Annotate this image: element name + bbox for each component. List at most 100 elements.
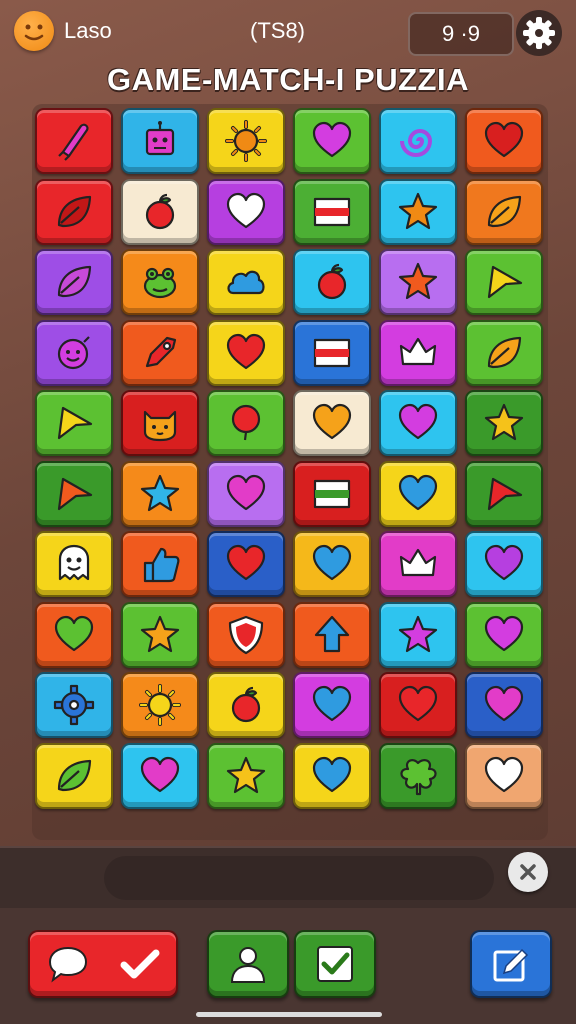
check-button[interactable] <box>294 930 376 998</box>
cloud-icon <box>227 270 265 295</box>
board-tile[interactable] <box>121 531 199 597</box>
board-tile[interactable] <box>35 249 113 315</box>
leaf-icon <box>487 336 522 368</box>
board-tile[interactable] <box>379 460 457 527</box>
board-tile[interactable] <box>293 319 371 386</box>
board-tile[interactable] <box>121 601 199 668</box>
board-tile[interactable] <box>207 601 285 668</box>
board-tile[interactable] <box>35 601 113 668</box>
board-tile[interactable] <box>207 319 285 386</box>
board-tile[interactable] <box>379 108 457 174</box>
board-tile[interactable] <box>121 249 199 315</box>
board-tile[interactable] <box>121 178 199 245</box>
board-tile[interactable] <box>379 672 457 738</box>
star-icon <box>398 192 438 229</box>
board-tile[interactable] <box>121 672 199 738</box>
board-tile[interactable] <box>379 319 457 386</box>
candy-icon <box>58 123 89 161</box>
board-tile[interactable] <box>379 601 457 668</box>
robot-icon <box>145 121 175 156</box>
board-tile[interactable] <box>379 742 457 809</box>
board-tile[interactable] <box>465 531 543 597</box>
board-tile[interactable] <box>379 390 457 456</box>
crown-icon <box>399 337 437 365</box>
heart-icon <box>484 121 524 158</box>
board-tile[interactable] <box>293 390 371 456</box>
star-icon <box>398 262 438 300</box>
board-tile[interactable] <box>465 108 543 174</box>
heart-icon <box>398 474 438 510</box>
board-tile[interactable] <box>465 178 543 245</box>
player-name: Laso <box>64 18 112 43</box>
board-tile[interactable] <box>465 672 543 738</box>
apple-icon <box>145 193 175 229</box>
board-tile[interactable] <box>121 742 199 809</box>
heart-icon <box>226 192 266 228</box>
cat-icon <box>143 410 177 442</box>
board-tile[interactable] <box>293 460 371 527</box>
board-tile[interactable] <box>35 390 113 456</box>
board-tile[interactable] <box>121 319 199 386</box>
board-tile[interactable] <box>207 460 285 527</box>
board-tile[interactable] <box>35 108 113 174</box>
sun-icon <box>139 684 181 726</box>
face-icon <box>57 335 90 369</box>
board-tile[interactable] <box>293 108 371 174</box>
game-board <box>32 104 548 840</box>
arrow-icon <box>487 265 523 299</box>
board-tile[interactable] <box>35 319 113 386</box>
heart-icon <box>312 685 352 722</box>
arrow-icon <box>57 406 93 440</box>
close-icon <box>520 864 536 880</box>
board-tile[interactable] <box>293 742 371 809</box>
game-title: GAME-MATCH-I PUZZIA <box>107 62 469 97</box>
board-tile[interactable] <box>379 531 457 597</box>
star-icon <box>140 615 180 652</box>
board-tile[interactable] <box>207 390 285 456</box>
board-tile[interactable] <box>293 178 371 245</box>
board-tile[interactable] <box>35 460 113 527</box>
heart-icon <box>54 615 94 651</box>
board-tile[interactable] <box>207 178 285 245</box>
board-tile[interactable] <box>121 390 199 456</box>
board-tile[interactable] <box>35 531 113 597</box>
board-tile[interactable] <box>465 460 543 527</box>
apple-icon <box>231 686 261 723</box>
edit-button[interactable] <box>470 930 552 998</box>
flag-icon <box>313 197 351 226</box>
board-tile[interactable] <box>465 249 543 315</box>
arrow-icon <box>487 477 523 510</box>
board-tile[interactable] <box>207 108 285 174</box>
settings-button[interactable] <box>516 10 562 56</box>
score-box: 9 ·9 <box>408 12 514 56</box>
board-tile[interactable] <box>35 742 113 809</box>
board-tile[interactable] <box>379 178 457 245</box>
board-tile[interactable] <box>293 249 371 315</box>
board-tile[interactable] <box>465 742 543 809</box>
board-tile[interactable] <box>207 742 285 809</box>
board-tile[interactable] <box>293 601 371 668</box>
board-tile[interactable] <box>465 319 543 386</box>
profile-button[interactable] <box>207 930 289 998</box>
board-tile[interactable] <box>35 672 113 738</box>
heart-icon <box>226 333 266 369</box>
board-tile[interactable] <box>35 178 113 245</box>
board-tile[interactable] <box>207 672 285 738</box>
top-bar: Laso (TS8) 9 ·9 <box>0 0 576 64</box>
board-tile[interactable] <box>121 108 199 174</box>
frog-icon <box>143 267 177 299</box>
board-tile[interactable] <box>121 460 199 527</box>
board-tile[interactable] <box>207 249 285 315</box>
board-tile[interactable] <box>293 531 371 597</box>
flag-icon <box>313 479 351 508</box>
smiley-face-icon[interactable] <box>14 11 54 51</box>
board-tile[interactable] <box>293 672 371 738</box>
person-icon <box>230 947 266 983</box>
board-tile[interactable] <box>465 390 543 456</box>
heart-icon <box>484 685 524 722</box>
chat-confirm-button[interactable] <box>28 930 178 998</box>
board-tile[interactable] <box>465 601 543 668</box>
close-button[interactable] <box>508 852 548 892</box>
board-tile[interactable] <box>207 531 285 597</box>
board-tile[interactable] <box>379 249 457 315</box>
